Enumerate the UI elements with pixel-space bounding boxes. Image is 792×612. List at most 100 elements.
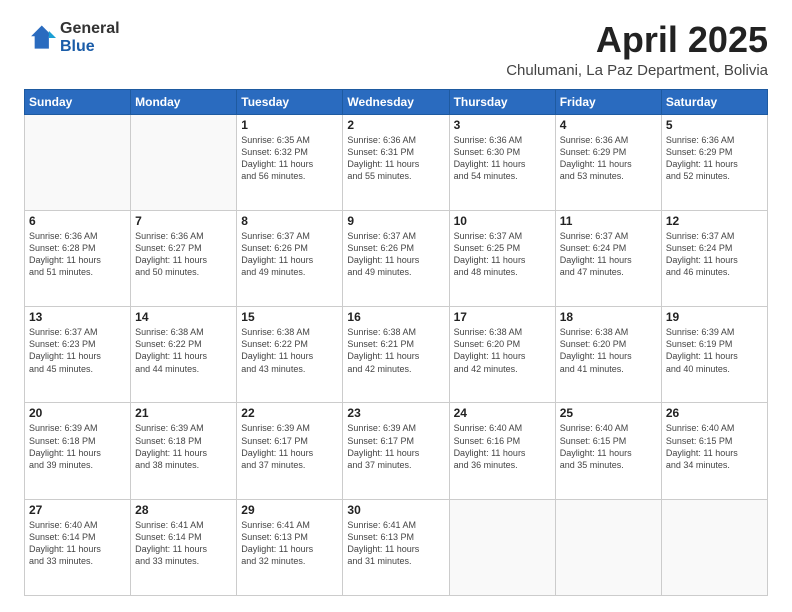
day-info: Sunrise: 6:37 AM Sunset: 6:23 PM Dayligh… bbox=[29, 326, 126, 375]
day-info: Sunrise: 6:41 AM Sunset: 6:13 PM Dayligh… bbox=[241, 519, 338, 568]
day-number: 28 bbox=[135, 503, 232, 517]
header-saturday: Saturday bbox=[661, 89, 767, 114]
page: General Blue April 2025 Chulumani, La Pa… bbox=[0, 0, 792, 612]
day-info: Sunrise: 6:39 AM Sunset: 6:18 PM Dayligh… bbox=[135, 422, 232, 471]
day-info: Sunrise: 6:36 AM Sunset: 6:31 PM Dayligh… bbox=[347, 134, 444, 183]
day-number: 24 bbox=[454, 406, 551, 420]
header-friday: Friday bbox=[555, 89, 661, 114]
calendar-cell: 19 Sunrise: 6:39 AM Sunset: 6:19 PM Dayli… bbox=[661, 307, 767, 403]
logo-text: General Blue bbox=[60, 20, 120, 55]
day-info: Sunrise: 6:36 AM Sunset: 6:28 PM Dayligh… bbox=[29, 230, 126, 279]
day-number: 1 bbox=[241, 118, 338, 132]
calendar-cell: 23 Sunrise: 6:39 AM Sunset: 6:17 PM Dayli… bbox=[343, 403, 449, 499]
header-sunday: Sunday bbox=[25, 89, 131, 114]
calendar-cell: 4Sunrise: 6:36 AM Sunset: 6:29 PM Daylig… bbox=[555, 114, 661, 210]
day-number: 17 bbox=[454, 310, 551, 324]
calendar-cell: 25Sunrise: 6:40 AM Sunset: 6:15 PM Dayli… bbox=[555, 403, 661, 499]
logo-icon bbox=[24, 22, 56, 54]
calendar-cell bbox=[449, 499, 555, 595]
day-info: Sunrise: 6:36 AM Sunset: 6:29 PM Dayligh… bbox=[666, 134, 763, 183]
calendar-week-row-0: 1 Sunrise: 6:35 AM Sunset: 6:32 PM Daylig… bbox=[25, 114, 768, 210]
day-number: 30 bbox=[347, 503, 444, 517]
calendar-cell: 2Sunrise: 6:36 AM Sunset: 6:31 PM Daylig… bbox=[343, 114, 449, 210]
day-info: Sunrise: 6:37 AM Sunset: 6:26 PM Dayligh… bbox=[347, 230, 444, 279]
day-info: Sunrise: 6:37 AM Sunset: 6:26 PM Dayligh… bbox=[241, 230, 338, 279]
day-info: Sunrise: 6:40 AM Sunset: 6:15 PM Dayligh… bbox=[666, 422, 763, 471]
day-info: Sunrise: 6:39 AM Sunset: 6:19 PM Dayligh… bbox=[666, 326, 763, 375]
day-info: Sunrise: 6:37 AM Sunset: 6:25 PM Dayligh… bbox=[454, 230, 551, 279]
calendar-header-row: Sunday Monday Tuesday Wednesday Thursday… bbox=[25, 89, 768, 114]
day-info: Sunrise: 6:39 AM Sunset: 6:17 PM Dayligh… bbox=[347, 422, 444, 471]
calendar-cell bbox=[555, 499, 661, 595]
day-number: 27 bbox=[29, 503, 126, 517]
calendar-cell: 12 Sunrise: 6:37 AM Sunset: 6:24 PM Dayli… bbox=[661, 210, 767, 306]
day-number: 23 bbox=[347, 406, 444, 420]
day-info: Sunrise: 6:39 AM Sunset: 6:17 PM Dayligh… bbox=[241, 422, 338, 471]
calendar-cell: 8Sunrise: 6:37 AM Sunset: 6:26 PM Daylig… bbox=[237, 210, 343, 306]
calendar-cell: 22Sunrise: 6:39 AM Sunset: 6:17 PM Dayli… bbox=[237, 403, 343, 499]
calendar-cell: 14 Sunrise: 6:38 AM Sunset: 6:22 PM Dayli… bbox=[131, 307, 237, 403]
calendar-cell: 3Sunrise: 6:36 AM Sunset: 6:30 PM Daylig… bbox=[449, 114, 555, 210]
calendar-cell: 27 Sunrise: 6:40 AM Sunset: 6:14 PM Dayli… bbox=[25, 499, 131, 595]
calendar-cell: 9 Sunrise: 6:37 AM Sunset: 6:26 PM Daylig… bbox=[343, 210, 449, 306]
calendar-week-row-3: 20 Sunrise: 6:39 AM Sunset: 6:18 PM Dayli… bbox=[25, 403, 768, 499]
day-info: Sunrise: 6:38 AM Sunset: 6:22 PM Dayligh… bbox=[241, 326, 338, 375]
calendar-cell bbox=[661, 499, 767, 595]
calendar-cell: 7Sunrise: 6:36 AM Sunset: 6:27 PM Daylig… bbox=[131, 210, 237, 306]
day-number: 14 bbox=[135, 310, 232, 324]
calendar-cell bbox=[131, 114, 237, 210]
calendar-cell: 11 Sunrise: 6:37 AM Sunset: 6:24 PM Dayli… bbox=[555, 210, 661, 306]
calendar-cell: 16 Sunrise: 6:38 AM Sunset: 6:21 PM Dayli… bbox=[343, 307, 449, 403]
calendar-cell: 1 Sunrise: 6:35 AM Sunset: 6:32 PM Daylig… bbox=[237, 114, 343, 210]
day-number: 26 bbox=[666, 406, 763, 420]
calendar-cell: 15Sunrise: 6:38 AM Sunset: 6:22 PM Dayli… bbox=[237, 307, 343, 403]
calendar-cell: 24 Sunrise: 6:40 AM Sunset: 6:16 PM Dayli… bbox=[449, 403, 555, 499]
title-block: April 2025 Chulumani, La Paz Department,… bbox=[506, 20, 768, 79]
day-info: Sunrise: 6:36 AM Sunset: 6:29 PM Dayligh… bbox=[560, 134, 657, 183]
day-number: 18 bbox=[560, 310, 657, 324]
day-number: 7 bbox=[135, 214, 232, 228]
day-number: 12 bbox=[666, 214, 763, 228]
day-number: 20 bbox=[29, 406, 126, 420]
calendar-cell: 30 Sunrise: 6:41 AM Sunset: 6:13 PM Dayli… bbox=[343, 499, 449, 595]
day-info: Sunrise: 6:41 AM Sunset: 6:13 PM Dayligh… bbox=[347, 519, 444, 568]
day-info: Sunrise: 6:37 AM Sunset: 6:24 PM Dayligh… bbox=[666, 230, 763, 279]
day-number: 9 bbox=[347, 214, 444, 228]
day-number: 16 bbox=[347, 310, 444, 324]
day-info: Sunrise: 6:38 AM Sunset: 6:21 PM Dayligh… bbox=[347, 326, 444, 375]
day-info: Sunrise: 6:39 AM Sunset: 6:18 PM Dayligh… bbox=[29, 422, 126, 471]
month-title: April 2025 bbox=[506, 20, 768, 60]
calendar-cell: 21 Sunrise: 6:39 AM Sunset: 6:18 PM Dayli… bbox=[131, 403, 237, 499]
calendar-cell: 29 Sunrise: 6:41 AM Sunset: 6:13 PM Dayli… bbox=[237, 499, 343, 595]
calendar-table: Sunday Monday Tuesday Wednesday Thursday… bbox=[24, 89, 768, 596]
day-number: 13 bbox=[29, 310, 126, 324]
header-tuesday: Tuesday bbox=[237, 89, 343, 114]
day-info: Sunrise: 6:41 AM Sunset: 6:14 PM Dayligh… bbox=[135, 519, 232, 568]
calendar-cell: 26 Sunrise: 6:40 AM Sunset: 6:15 PM Dayli… bbox=[661, 403, 767, 499]
logo: General Blue bbox=[24, 20, 120, 55]
day-number: 6 bbox=[29, 214, 126, 228]
calendar-cell: 18 Sunrise: 6:38 AM Sunset: 6:20 PM Dayli… bbox=[555, 307, 661, 403]
header: General Blue April 2025 Chulumani, La Pa… bbox=[24, 20, 768, 79]
day-info: Sunrise: 6:35 AM Sunset: 6:32 PM Dayligh… bbox=[241, 134, 338, 183]
day-info: Sunrise: 6:40 AM Sunset: 6:14 PM Dayligh… bbox=[29, 519, 126, 568]
day-number: 19 bbox=[666, 310, 763, 324]
day-number: 10 bbox=[454, 214, 551, 228]
day-info: Sunrise: 6:40 AM Sunset: 6:16 PM Dayligh… bbox=[454, 422, 551, 471]
day-info: Sunrise: 6:38 AM Sunset: 6:20 PM Dayligh… bbox=[560, 326, 657, 375]
day-number: 21 bbox=[135, 406, 232, 420]
day-number: 11 bbox=[560, 214, 657, 228]
logo-blue-text: Blue bbox=[60, 38, 120, 56]
day-number: 29 bbox=[241, 503, 338, 517]
calendar-cell: 6 Sunrise: 6:36 AM Sunset: 6:28 PM Daylig… bbox=[25, 210, 131, 306]
calendar-week-row-1: 6 Sunrise: 6:36 AM Sunset: 6:28 PM Daylig… bbox=[25, 210, 768, 306]
day-number: 3 bbox=[454, 118, 551, 132]
day-info: Sunrise: 6:37 AM Sunset: 6:24 PM Dayligh… bbox=[560, 230, 657, 279]
day-info: Sunrise: 6:38 AM Sunset: 6:20 PM Dayligh… bbox=[454, 326, 551, 375]
day-info: Sunrise: 6:38 AM Sunset: 6:22 PM Dayligh… bbox=[135, 326, 232, 375]
calendar-cell bbox=[25, 114, 131, 210]
header-thursday: Thursday bbox=[449, 89, 555, 114]
location-title: Chulumani, La Paz Department, Bolivia bbox=[506, 62, 768, 79]
day-number: 5 bbox=[666, 118, 763, 132]
calendar-cell: 5 Sunrise: 6:36 AM Sunset: 6:29 PM Daylig… bbox=[661, 114, 767, 210]
